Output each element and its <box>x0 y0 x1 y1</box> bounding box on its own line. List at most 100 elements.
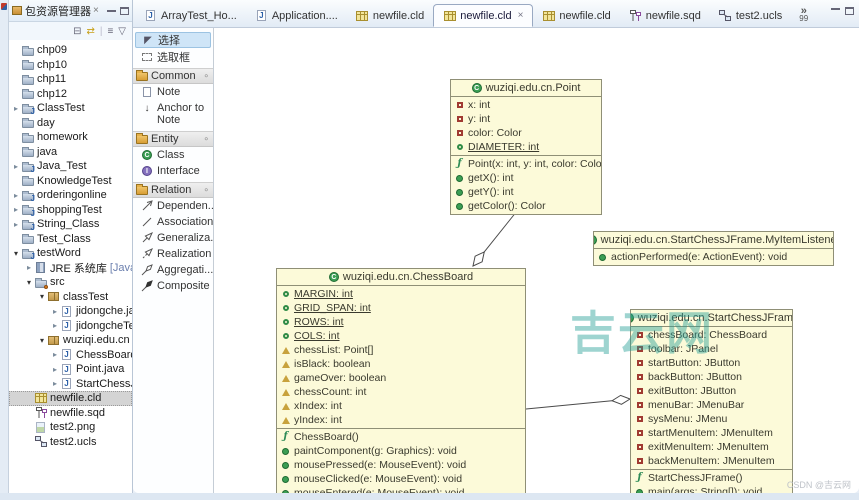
tab-test2-ucls[interactable]: test2.ucls <box>710 4 791 27</box>
uml-member[interactable]: menuBar: JMenuBar <box>631 398 792 412</box>
tree-collapsed-icon[interactable]: ▸ <box>24 263 34 272</box>
uml-class-header[interactable]: Cwuziqi.edu.cn.ChessBoard <box>277 269 525 286</box>
tree-item-chp10[interactable]: chp10 <box>9 58 132 73</box>
tree-item-jidongche-java[interactable]: ▸Jjidongche.java <box>9 304 132 319</box>
tree-expanded-icon[interactable]: ▾ <box>24 278 34 287</box>
palette-item-composite[interactable]: Composite <box>133 278 213 294</box>
package-explorer-title[interactable]: 包资源管理器 <box>25 3 91 19</box>
tree-item-jre-[interactable]: ▸JRE 系统库[JavaSE-1.8 <box>9 261 132 276</box>
pin-icon[interactable]: ⚬ <box>202 71 210 82</box>
uml-class-point[interactable]: Cwuziqi.edu.cn.Pointx: inty: intcolor: C… <box>450 79 602 215</box>
uml-member[interactable]: toolbar: JPanel <box>631 342 792 356</box>
tree-item-newfile-cld[interactable]: newfile.cld <box>9 391 132 406</box>
uml-member[interactable]: actionPerformed(e: ActionEvent): void <box>594 250 833 264</box>
uml-member[interactable]: getY(): int <box>451 185 601 199</box>
tree-item-shoppingtest[interactable]: ▸JshoppingTest <box>9 203 132 218</box>
palette-tool-marquee[interactable]: 选取框 <box>135 49 211 65</box>
tree-expanded-icon[interactable]: ▾ <box>37 336 47 345</box>
palette-item-dependen-[interactable]: Dependen... <box>133 198 213 214</box>
uml-class-header[interactable]: Cwuziqi.edu.cn.StartChessJFrame.MyItemLi… <box>594 232 833 249</box>
tree-collapsed-icon[interactable]: ▸ <box>11 104 21 113</box>
tab-newfile-cld[interactable]: newfile.cld <box>347 4 433 27</box>
uml-member[interactable]: ƒPoint(x: int, y: int, color: Color) <box>451 157 601 171</box>
tree-collapsed-icon[interactable]: ▸ <box>11 205 21 214</box>
editor-minimize-icon[interactable] <box>831 7 840 10</box>
palette-item-interface[interactable]: IInterface <box>133 163 213 179</box>
uml-member[interactable]: chessBoard: ChessBoard <box>631 328 792 342</box>
tree-item-classtest[interactable]: ▾classTest <box>9 290 132 305</box>
tree-item-src[interactable]: ▾src <box>9 275 132 290</box>
uml-member[interactable]: mouseClicked(e: MouseEvent): void <box>277 472 525 486</box>
tree-item-knowledgetest[interactable]: KnowledgeTest <box>9 174 132 189</box>
tree-collapsed-icon[interactable]: ▸ <box>11 220 21 229</box>
uml-class-header[interactable]: Cwuziqi.edu.cn.Point <box>451 80 601 97</box>
collapse-all-icon[interactable]: ⊟ <box>73 26 81 37</box>
tab-application-[interactable]: JApplication.... <box>246 4 347 27</box>
link-with-editor-icon[interactable]: ⇄ <box>86 26 94 37</box>
editor-maximize-icon[interactable] <box>845 7 854 15</box>
uml-member[interactable]: gameOver: boolean <box>277 371 525 385</box>
palette-item-realization[interactable]: Realization <box>133 246 213 262</box>
tree-item-test-class[interactable]: Test_Class <box>9 232 132 247</box>
tab-close-icon[interactable]: × <box>518 10 524 21</box>
palette-item-aggregati-[interactable]: Aggregati... <box>133 262 213 278</box>
uml-canvas[interactable]: Cwuziqi.edu.cn.Pointx: inty: intcolor: C… <box>214 28 859 493</box>
tab-arraytest-ho-[interactable]: JArrayTest_Ho... <box>135 4 246 27</box>
tree-item-orderingonline[interactable]: ▸Jorderingonline <box>9 188 132 203</box>
tree-item-testword[interactable]: ▾JtestWord <box>9 246 132 261</box>
view-menu-icon[interactable]: ≡ <box>107 26 113 37</box>
pin-icon[interactable]: ⚬ <box>202 185 210 196</box>
uml-class-startchessjframe[interactable]: Cwuziqi.edu.cn.StartChessJFramechessBoar… <box>630 309 793 493</box>
uml-member[interactable]: isBlack: boolean <box>277 357 525 371</box>
tree-item-chp09[interactable]: chp09 <box>9 43 132 58</box>
tree-item-jidongchetest-j[interactable]: ▸JjidongcheTest.j <box>9 319 132 334</box>
tree-collapsed-icon[interactable]: ▸ <box>50 365 60 374</box>
tree-collapsed-icon[interactable]: ▸ <box>11 191 21 200</box>
view-close-icon[interactable]: × <box>93 5 99 16</box>
uml-member[interactable]: MARGIN: int <box>277 287 525 301</box>
uml-member[interactable]: backButton: JButton <box>631 370 792 384</box>
uml-member[interactable]: mouseEntered(e: MouseEvent): void <box>277 486 525 493</box>
uml-member[interactable]: x: int <box>451 98 601 112</box>
tree-collapsed-icon[interactable]: ▸ <box>50 307 60 316</box>
tab-overflow-chevron[interactable]: »99 <box>799 7 808 23</box>
uml-member[interactable]: color: Color <box>451 126 601 140</box>
tree-collapsed-icon[interactable]: ▸ <box>50 321 60 330</box>
uml-member[interactable]: ƒChessBoard() <box>277 430 525 444</box>
dropdown-icon[interactable]: ▽ <box>118 26 126 37</box>
uml-member[interactable]: exitMenuItem: JMenuItem <box>631 440 792 454</box>
palette-item-anchor-to-note[interactable]: ↓Anchor to Note <box>133 100 213 128</box>
uml-member[interactable]: sysMenu: JMenu <box>631 412 792 426</box>
uml-member[interactable]: backMenuItem: JMenuItem <box>631 454 792 468</box>
tree-expanded-icon[interactable]: ▾ <box>11 249 21 258</box>
uml-member[interactable]: DIAMETER: int <box>451 140 601 154</box>
palette-item-note[interactable]: Note <box>133 84 213 100</box>
uml-member[interactable]: exitButton: JButton <box>631 384 792 398</box>
uml-member[interactable]: ROWS: int <box>277 315 525 329</box>
tree-item-test2-png[interactable]: test2.png <box>9 420 132 435</box>
uml-member[interactable]: startButton: JButton <box>631 356 792 370</box>
uml-member[interactable]: chessCount: int <box>277 385 525 399</box>
tree-item-chp11[interactable]: chp11 <box>9 72 132 87</box>
tab-newfile-cld[interactable]: newfile.cld <box>533 4 619 27</box>
perspective-icon[interactable] <box>1 3 7 10</box>
palette-item-association[interactable]: Association <box>133 214 213 230</box>
tree-collapsed-icon[interactable]: ▸ <box>50 350 60 359</box>
uml-member[interactable]: ƒStartChessJFrame() <box>631 471 792 485</box>
uml-class-myitemlistener[interactable]: Cwuziqi.edu.cn.StartChessJFrame.MyItemLi… <box>593 231 834 266</box>
uml-member[interactable]: chessList: Point[] <box>277 343 525 357</box>
tab-newfile-sqd[interactable]: newfile.sqd <box>620 4 710 27</box>
tree-item-java[interactable]: java <box>9 145 132 160</box>
tree-item-wuziqi-edu-cn[interactable]: ▾wuziqi.edu.cn <box>9 333 132 348</box>
uml-member[interactable]: y: int <box>451 112 601 126</box>
tree-item-chp12[interactable]: chp12 <box>9 87 132 102</box>
tab-newfile-cld[interactable]: newfile.cld× <box>433 4 533 27</box>
uml-member[interactable]: main(args: String[]): void <box>631 485 792 493</box>
uml-member[interactable]: COLS: int <box>277 329 525 343</box>
uml-member[interactable]: yIndex: int <box>277 413 525 427</box>
tree-collapsed-icon[interactable]: ▸ <box>50 379 60 388</box>
uml-member[interactable]: getX(): int <box>451 171 601 185</box>
uml-member[interactable]: GRID_SPAN: int <box>277 301 525 315</box>
palette-item-generaliza-[interactable]: Generaliza... <box>133 230 213 246</box>
uml-member[interactable]: getColor(): Color <box>451 199 601 213</box>
